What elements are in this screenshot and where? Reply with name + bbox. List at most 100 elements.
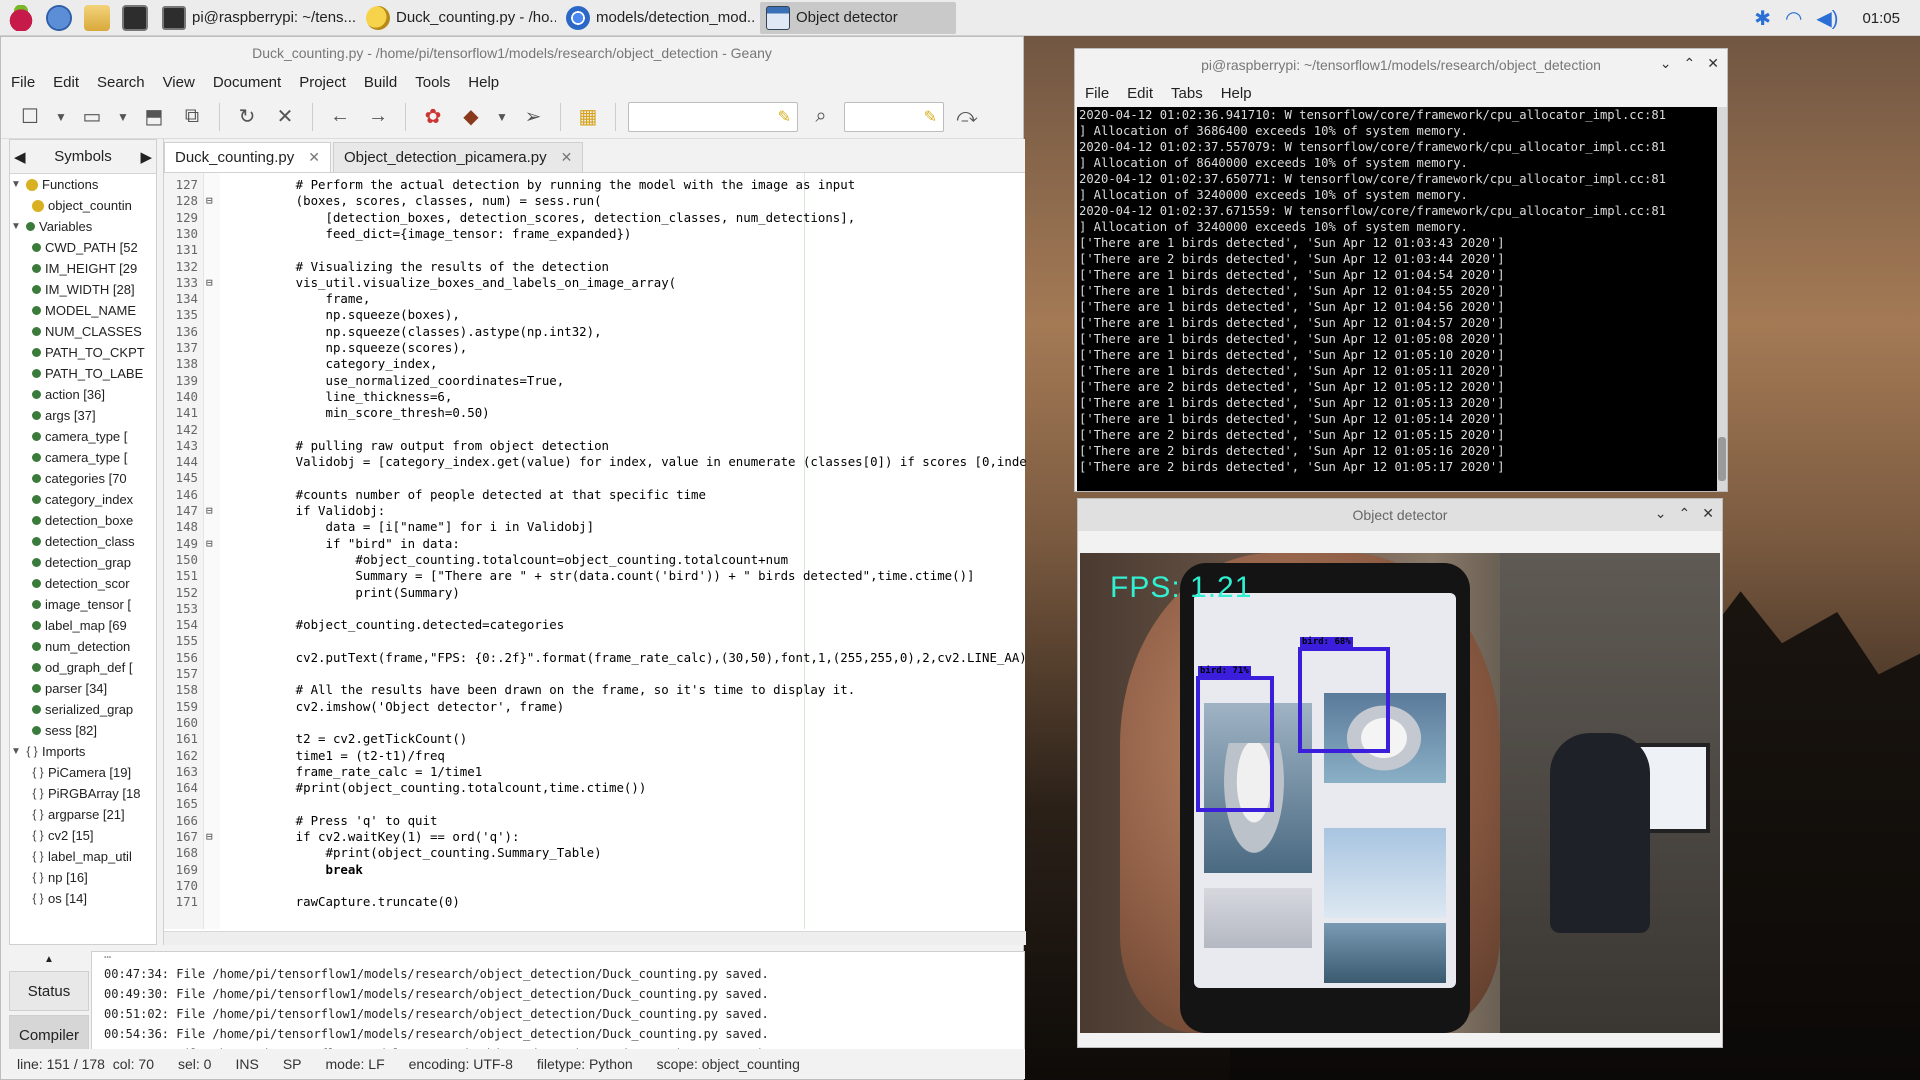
menu-document[interactable]: Document [213,74,281,91]
tab-symbols[interactable]: Symbols [26,148,141,165]
tree-item[interactable]: args [37] [10,405,156,426]
sidebar-prev-tab[interactable]: ◀ [14,148,26,166]
horizontal-scrollbar[interactable] [164,931,1026,945]
taskbar-item-chromium[interactable]: models/detection_mod... [560,2,756,34]
tree-item[interactable]: camera_type [ [10,447,156,468]
tree-item[interactable]: categories [70 [10,468,156,489]
tree-group-variables[interactable]: ▼ Variables [10,216,156,237]
save-button[interactable]: ⬒ [139,102,169,132]
search-input[interactable]: ✎ [628,101,798,132]
close-icon[interactable]: ✕ [1707,55,1719,72]
tab-duck-counting[interactable]: Duck_counting.py ✕ [164,142,331,172]
menu-file[interactable]: File [11,74,35,91]
file-manager-launcher[interactable] [80,1,114,35]
tree-item[interactable]: { } np [16] [10,867,156,888]
tree-item[interactable]: { } os [14] [10,888,156,909]
menu-tools[interactable]: Tools [415,74,450,91]
terminal-menu-tabs[interactable]: Tabs [1171,85,1203,102]
tree-item[interactable]: { } PiRGBArray [18 [10,783,156,804]
menu-project[interactable]: Project [299,74,346,91]
maximize-icon[interactable]: ⌃ [1679,505,1691,522]
tree-item[interactable]: IM_WIDTH [28] [10,279,156,300]
fold-marker-icon[interactable]: ⊟ [206,536,213,552]
tree-item[interactable]: category_index [10,489,156,510]
menu-build[interactable]: Build [364,74,397,91]
clear-brush-icon[interactable]: ✎ [924,107,937,127]
raspberry-menu-button[interactable] [4,1,38,35]
color-chooser-button[interactable]: ▦ [573,102,603,132]
clock[interactable]: 01:05 [1862,10,1900,27]
bluetooth-icon[interactable]: ✱ [1754,6,1771,31]
code-editor[interactable]: 127 # Perform the actual detection by ru… [164,173,1026,929]
open-file-button[interactable]: ▭ [77,102,107,132]
menu-view[interactable]: View [163,74,195,91]
terminal-menu-edit[interactable]: Edit [1127,85,1153,102]
tree-item[interactable]: sess [82] [10,720,156,741]
taskbar-item-geany[interactable]: Duck_counting.py - /ho... [360,2,556,34]
tree-item[interactable]: detection_boxe [10,510,156,531]
expander-open-icon[interactable]: ▼ [10,741,22,762]
taskbar-item-object-detector[interactable]: Object detector [760,1,956,34]
volume-icon[interactable]: ◀) [1816,6,1838,31]
tree-item[interactable]: PATH_TO_CKPT [10,342,156,363]
tree-item[interactable]: CWD_PATH [52 [10,237,156,258]
navigate-forward-button[interactable]: → [363,102,393,132]
tree-item[interactable]: parser [34] [10,678,156,699]
terminal-menu-help[interactable]: Help [1221,85,1252,102]
tree-item[interactable]: { } label_map_util [10,846,156,867]
tree-item[interactable]: num_detection [10,636,156,657]
menu-edit[interactable]: Edit [53,74,79,91]
terminal-menu-file[interactable]: File [1085,85,1109,102]
tree-item[interactable]: MODEL_NAME [10,300,156,321]
tree-item[interactable]: detection_class [10,531,156,552]
close-icon[interactable]: ✕ [1702,505,1714,522]
terminal-scrollbar[interactable] [1717,107,1727,491]
tab-status[interactable]: Status [9,971,89,1011]
terminal-output[interactable]: 2020-04-12 01:02:36.941710: W tensorflow… [1077,107,1727,491]
sidebar-next-tab[interactable]: ▶ [140,148,152,166]
tree-item[interactable]: NUM_CLASSES [10,321,156,342]
tree-item[interactable]: PATH_TO_LABE [10,363,156,384]
fold-marker-icon[interactable]: ⊟ [206,503,213,519]
tree-item[interactable]: IM_HEIGHT [29 [10,258,156,279]
compile-button[interactable]: ✿ [418,102,448,132]
menu-search[interactable]: Search [97,74,145,91]
new-file-button[interactable]: ☐ [15,102,45,132]
build-dropdown[interactable]: ▼ [494,102,510,132]
scrollbar-thumb[interactable] [1718,437,1726,481]
maximize-icon[interactable]: ⌃ [1684,55,1696,72]
terminal-launcher[interactable] [118,1,152,35]
taskbar-item-terminal[interactable]: pi@raspberrypi: ~/tens... [156,2,356,34]
minimize-icon[interactable]: ⌄ [1660,55,1672,72]
clear-brush-icon[interactable]: ✎ [778,107,791,127]
revert-button[interactable]: ↻ [232,102,262,132]
tab-object-detection-picamera[interactable]: Object_detection_picamera.py ✕ [332,142,584,172]
tree-item[interactable]: label_map [69 [10,615,156,636]
close-tab-icon[interactable]: ✕ [308,149,320,166]
minimize-icon[interactable]: ⌄ [1655,505,1667,522]
fold-marker-icon[interactable]: ⊟ [206,193,213,209]
wifi-icon[interactable]: ◠ [1785,6,1802,31]
build-button[interactable]: ◆ [456,102,486,132]
tree-item[interactable]: serialized_grap [10,699,156,720]
fold-marker-icon[interactable]: ⊟ [206,829,213,845]
tree-item[interactable]: { } argparse [21] [10,804,156,825]
goto-line-button[interactable]: ⤼ [952,102,982,132]
tree-item[interactable]: image_tensor [ [10,594,156,615]
tree-item[interactable]: camera_type [ [10,426,156,447]
tree-item[interactable]: detection_scor [10,573,156,594]
expander-open-icon[interactable]: ▼ [10,216,22,237]
status-messages[interactable]: … 00:47:34: File /home/pi/tensorflow1/mo… [91,948,1025,1061]
web-browser-launcher[interactable] [42,1,76,35]
open-file-dropdown[interactable]: ▼ [115,102,131,132]
goto-line-input[interactable]: ✎ [844,101,944,132]
tree-group-imports[interactable]: ▼ { } Imports [10,741,156,762]
tree-item[interactable]: action [36] [10,384,156,405]
execute-button[interactable]: ➢ [518,102,548,132]
fold-marker-icon[interactable]: ⊟ [206,275,213,291]
save-all-button[interactable]: ⧉ [177,102,207,132]
menu-help[interactable]: Help [468,74,499,91]
tree-item[interactable]: od_graph_def [ [10,657,156,678]
navigate-back-button[interactable]: ← [325,102,355,132]
search-button[interactable]: ⌕ [806,102,836,132]
